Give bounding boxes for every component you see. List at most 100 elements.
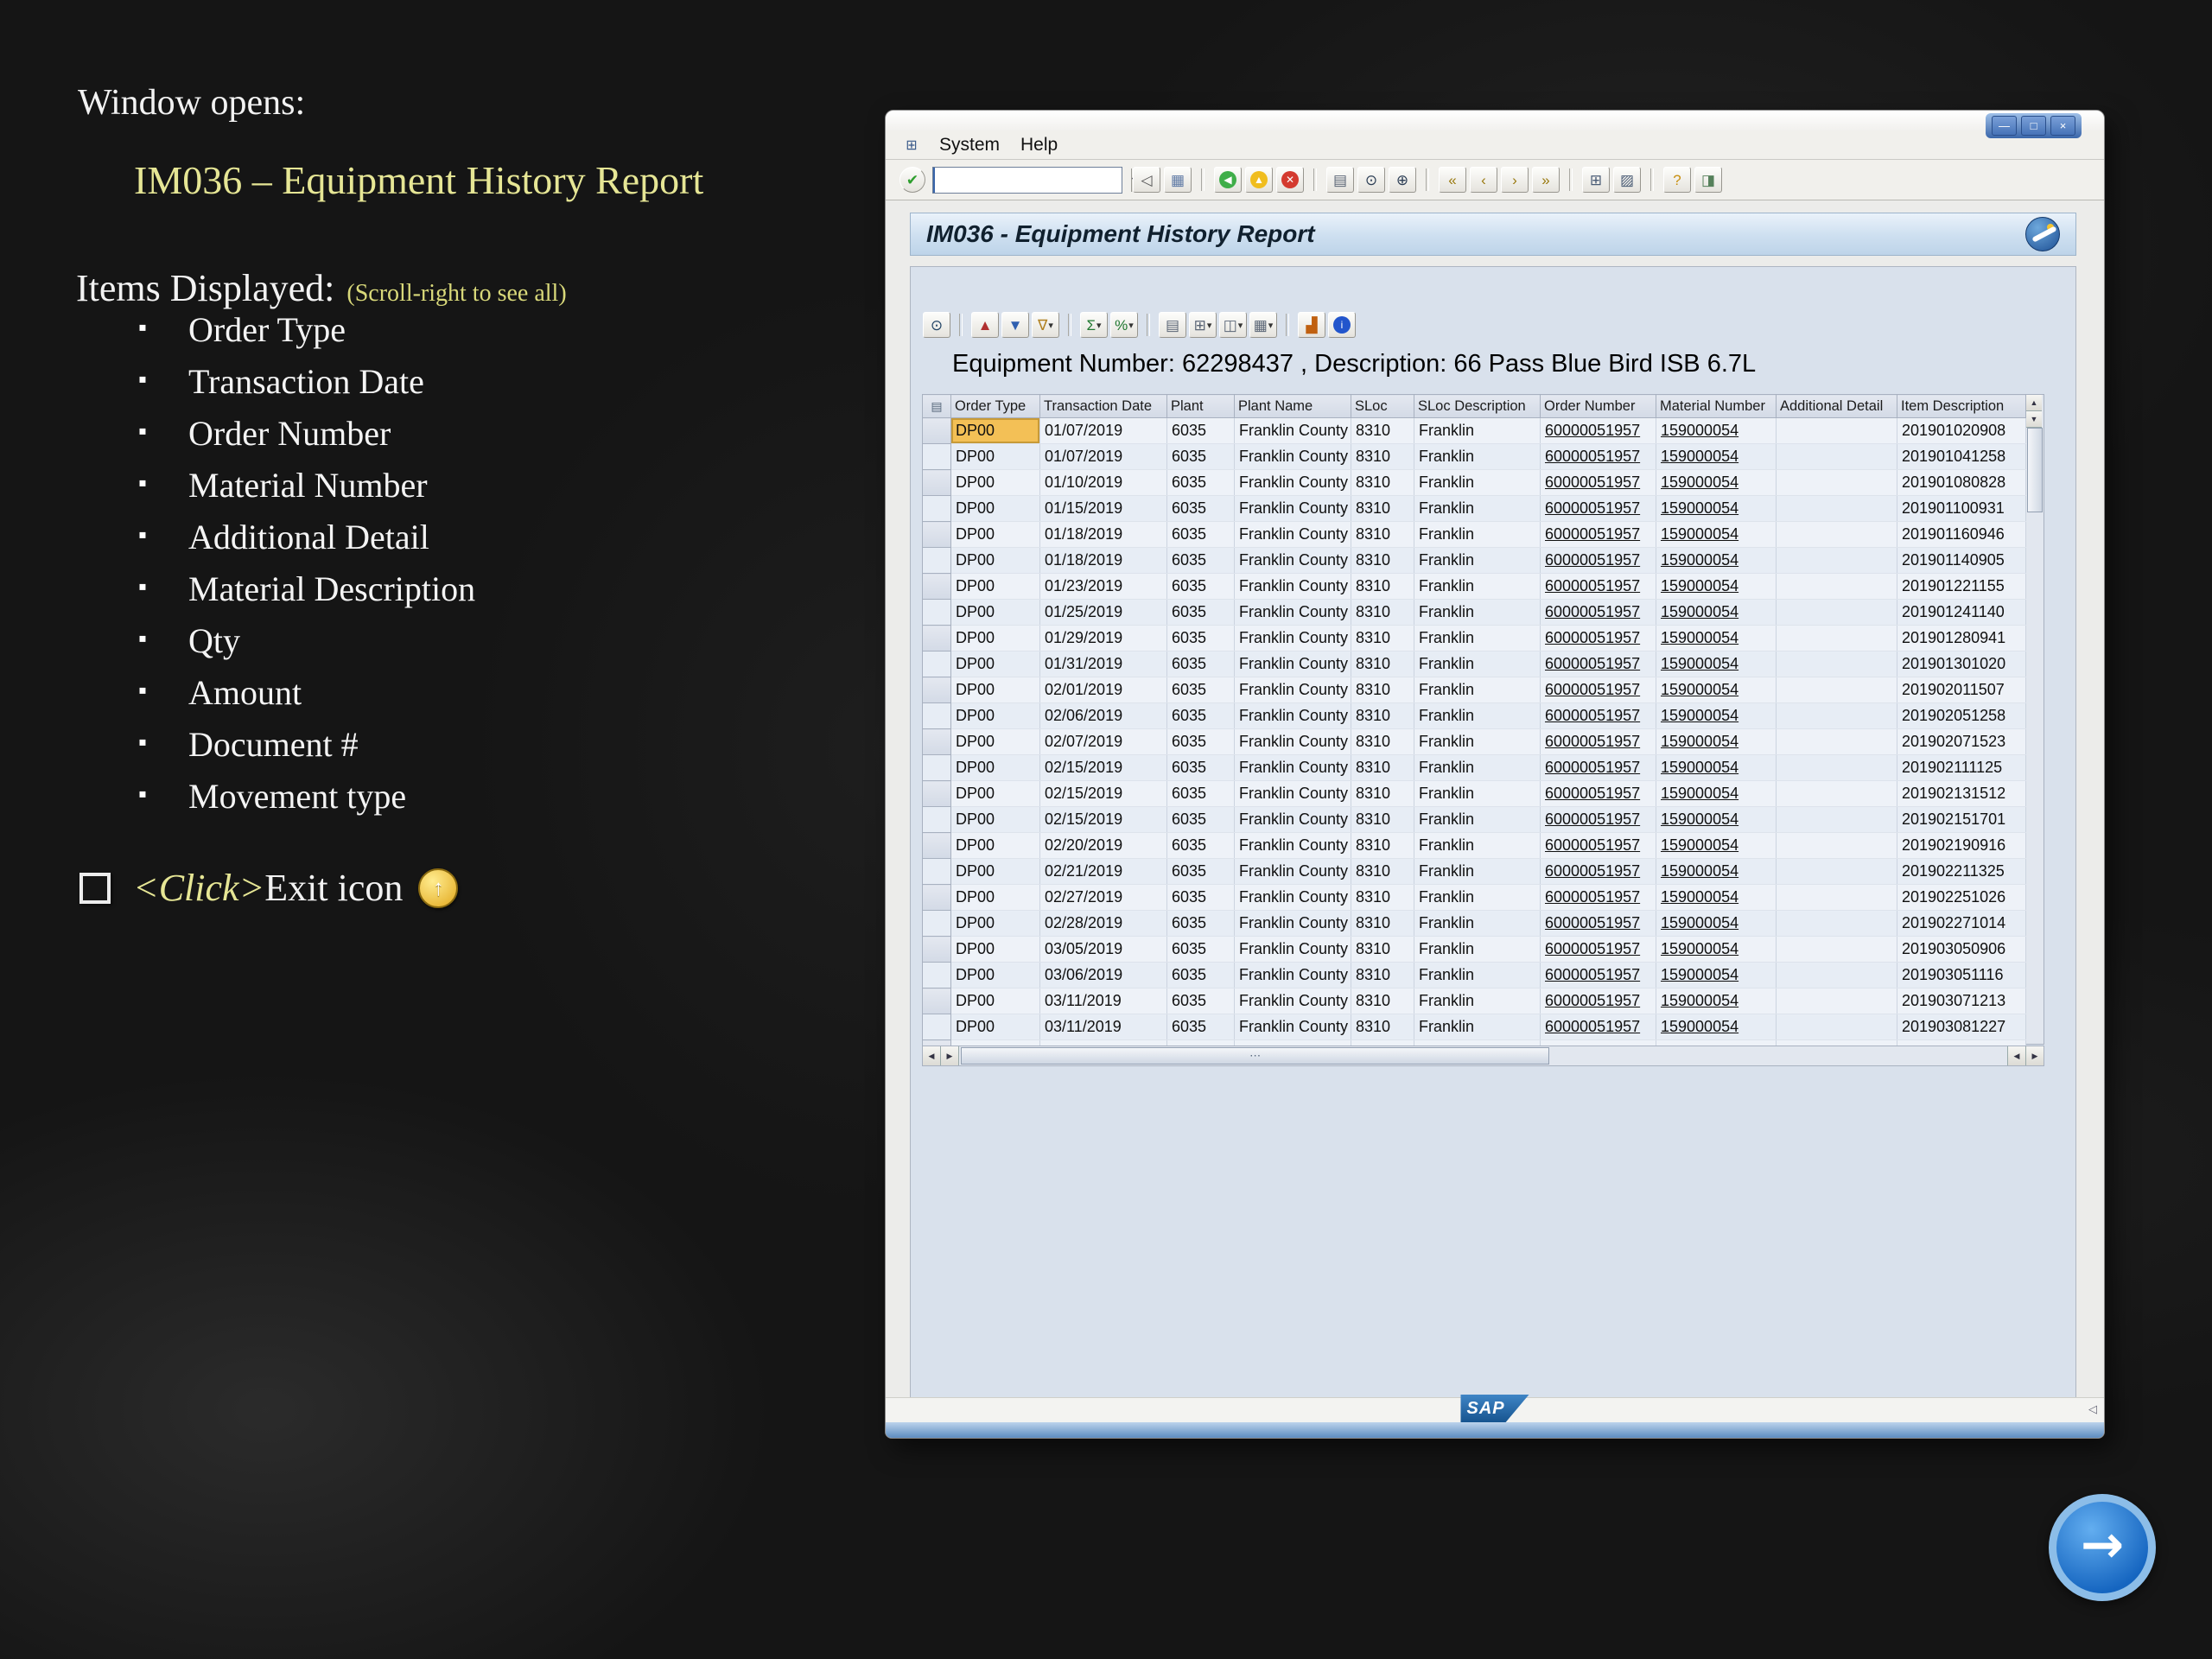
- cell[interactable]: 60000051957: [1540, 858, 1656, 885]
- row-selector[interactable]: [922, 573, 951, 600]
- cell[interactable]: 60000051957: [1540, 832, 1656, 859]
- cell[interactable]: [1776, 858, 1897, 885]
- menu-item-help[interactable]: Help: [1010, 135, 1068, 155]
- cell[interactable]: DP00: [950, 521, 1040, 548]
- cell[interactable]: Franklin: [1414, 702, 1541, 729]
- row-selector[interactable]: [922, 599, 951, 626]
- cell[interactable]: 159000054: [1656, 858, 1777, 885]
- row-selector[interactable]: [922, 806, 951, 833]
- cell[interactable]: Franklin: [1414, 495, 1541, 522]
- cell[interactable]: Franklin County: [1234, 573, 1351, 600]
- row-selector[interactable]: [922, 858, 951, 885]
- cell[interactable]: 201903050906: [1897, 936, 2026, 963]
- cell[interactable]: 02/28/2019: [1039, 910, 1167, 937]
- row-selector[interactable]: [922, 832, 951, 859]
- cell[interactable]: Franklin: [1414, 547, 1541, 574]
- cell[interactable]: 159000054: [1656, 677, 1777, 703]
- cell[interactable]: DP00: [950, 573, 1040, 600]
- cell[interactable]: 159000054: [1656, 625, 1777, 652]
- cell[interactable]: Franklin: [1414, 677, 1541, 703]
- column-header[interactable]: Order Number: [1540, 394, 1656, 418]
- cell[interactable]: Franklin County: [1234, 521, 1351, 548]
- row-selector[interactable]: [922, 495, 951, 522]
- cell[interactable]: 159000054: [1656, 728, 1777, 755]
- cell[interactable]: 159000054: [1656, 962, 1777, 988]
- cell[interactable]: 60000051957: [1540, 495, 1656, 522]
- cell[interactable]: Franklin County: [1234, 599, 1351, 626]
- cell[interactable]: 201902071523: [1897, 728, 2026, 755]
- status-collapse-icon[interactable]: ◁: [2088, 1402, 2097, 1416]
- cell[interactable]: 201901160946: [1897, 521, 2026, 548]
- row-selector[interactable]: [922, 625, 951, 652]
- command-field[interactable]: [933, 169, 1131, 190]
- cell[interactable]: 201903081227: [1897, 1014, 2026, 1040]
- scroll-down-icon[interactable]: ▼: [2026, 411, 2042, 428]
- cell[interactable]: 6035: [1166, 728, 1235, 755]
- cell[interactable]: 60000051957: [1540, 910, 1656, 937]
- cell[interactable]: Franklin County: [1234, 988, 1351, 1014]
- print-preview-icon[interactable]: ▤: [1159, 312, 1186, 338]
- cell[interactable]: Franklin County: [1234, 962, 1351, 988]
- export-icon[interactable]: ◫ ▾: [1219, 312, 1247, 338]
- cell[interactable]: Franklin County: [1234, 651, 1351, 677]
- cell[interactable]: 01/18/2019: [1039, 547, 1167, 574]
- cell[interactable]: 60000051957: [1540, 754, 1656, 781]
- vertical-scrollbar[interactable]: ▲ ▼: [2026, 394, 2044, 1045]
- views-icon[interactable]: ⊞ ▾: [1189, 312, 1217, 338]
- cell[interactable]: 8310: [1351, 858, 1414, 885]
- cell[interactable]: [1776, 702, 1897, 729]
- cell[interactable]: [1776, 988, 1897, 1014]
- cell[interactable]: Franklin: [1414, 988, 1541, 1014]
- cell[interactable]: DP00: [950, 702, 1040, 729]
- filter-icon[interactable]: ∇ ▾: [1032, 312, 1059, 338]
- cell[interactable]: Franklin County: [1234, 625, 1351, 652]
- cell[interactable]: DP00: [950, 988, 1040, 1014]
- cell[interactable]: 6035: [1166, 495, 1235, 522]
- cell[interactable]: 03/11/2019: [1039, 1014, 1167, 1040]
- cell[interactable]: 60000051957: [1540, 728, 1656, 755]
- cell[interactable]: Franklin County: [1234, 702, 1351, 729]
- cancel-icon[interactable]: ✕: [1276, 167, 1304, 193]
- cell[interactable]: 60000051957: [1540, 547, 1656, 574]
- row-selector[interactable]: [922, 910, 951, 937]
- previous-page-icon[interactable]: ‹: [1470, 167, 1497, 193]
- row-selector[interactable]: [922, 651, 951, 677]
- cell[interactable]: 6035: [1166, 547, 1235, 574]
- cell[interactable]: 8310: [1351, 599, 1414, 626]
- cell[interactable]: 8310: [1351, 806, 1414, 833]
- cell[interactable]: 6035: [1166, 599, 1235, 626]
- cell[interactable]: 159000054: [1656, 988, 1777, 1014]
- cell[interactable]: DP00: [950, 1014, 1040, 1040]
- cell[interactable]: [1776, 469, 1897, 496]
- scroll-up-icon[interactable]: ▲: [2026, 395, 2042, 411]
- cell[interactable]: 8310: [1351, 443, 1414, 470]
- cell[interactable]: 02/15/2019: [1039, 754, 1167, 781]
- row-selector[interactable]: [922, 1014, 951, 1040]
- cell[interactable]: 8310: [1351, 573, 1414, 600]
- cell[interactable]: 6035: [1166, 573, 1235, 600]
- cell[interactable]: Franklin: [1414, 417, 1541, 444]
- cell[interactable]: DP00: [950, 495, 1040, 522]
- cell[interactable]: 8310: [1351, 521, 1414, 548]
- cell[interactable]: 159000054: [1656, 1014, 1777, 1040]
- cell[interactable]: Franklin: [1414, 521, 1541, 548]
- cell[interactable]: 201902151701: [1897, 806, 2026, 833]
- cell[interactable]: 8310: [1351, 651, 1414, 677]
- cell[interactable]: [1776, 677, 1897, 703]
- cell[interactable]: 201901080828: [1897, 469, 2026, 496]
- cell[interactable]: Franklin: [1414, 832, 1541, 859]
- cell[interactable]: 8310: [1351, 910, 1414, 937]
- cell[interactable]: 8310: [1351, 728, 1414, 755]
- vertical-scroll-thumb[interactable]: [2027, 428, 2043, 512]
- cell[interactable]: 03/06/2019: [1039, 962, 1167, 988]
- cell[interactable]: 60000051957: [1540, 521, 1656, 548]
- column-header[interactable]: SLoc Description: [1414, 394, 1541, 418]
- customize-layout-icon[interactable]: ◨: [1694, 167, 1722, 193]
- scroll-right-end-icon[interactable]: ▶: [2025, 1046, 2044, 1065]
- column-header[interactable]: Additional Detail: [1776, 394, 1897, 418]
- cell[interactable]: 8310: [1351, 936, 1414, 963]
- cell[interactable]: [1776, 806, 1897, 833]
- cell[interactable]: 201902051258: [1897, 702, 2026, 729]
- cell[interactable]: 8310: [1351, 547, 1414, 574]
- row-selector[interactable]: [922, 988, 951, 1014]
